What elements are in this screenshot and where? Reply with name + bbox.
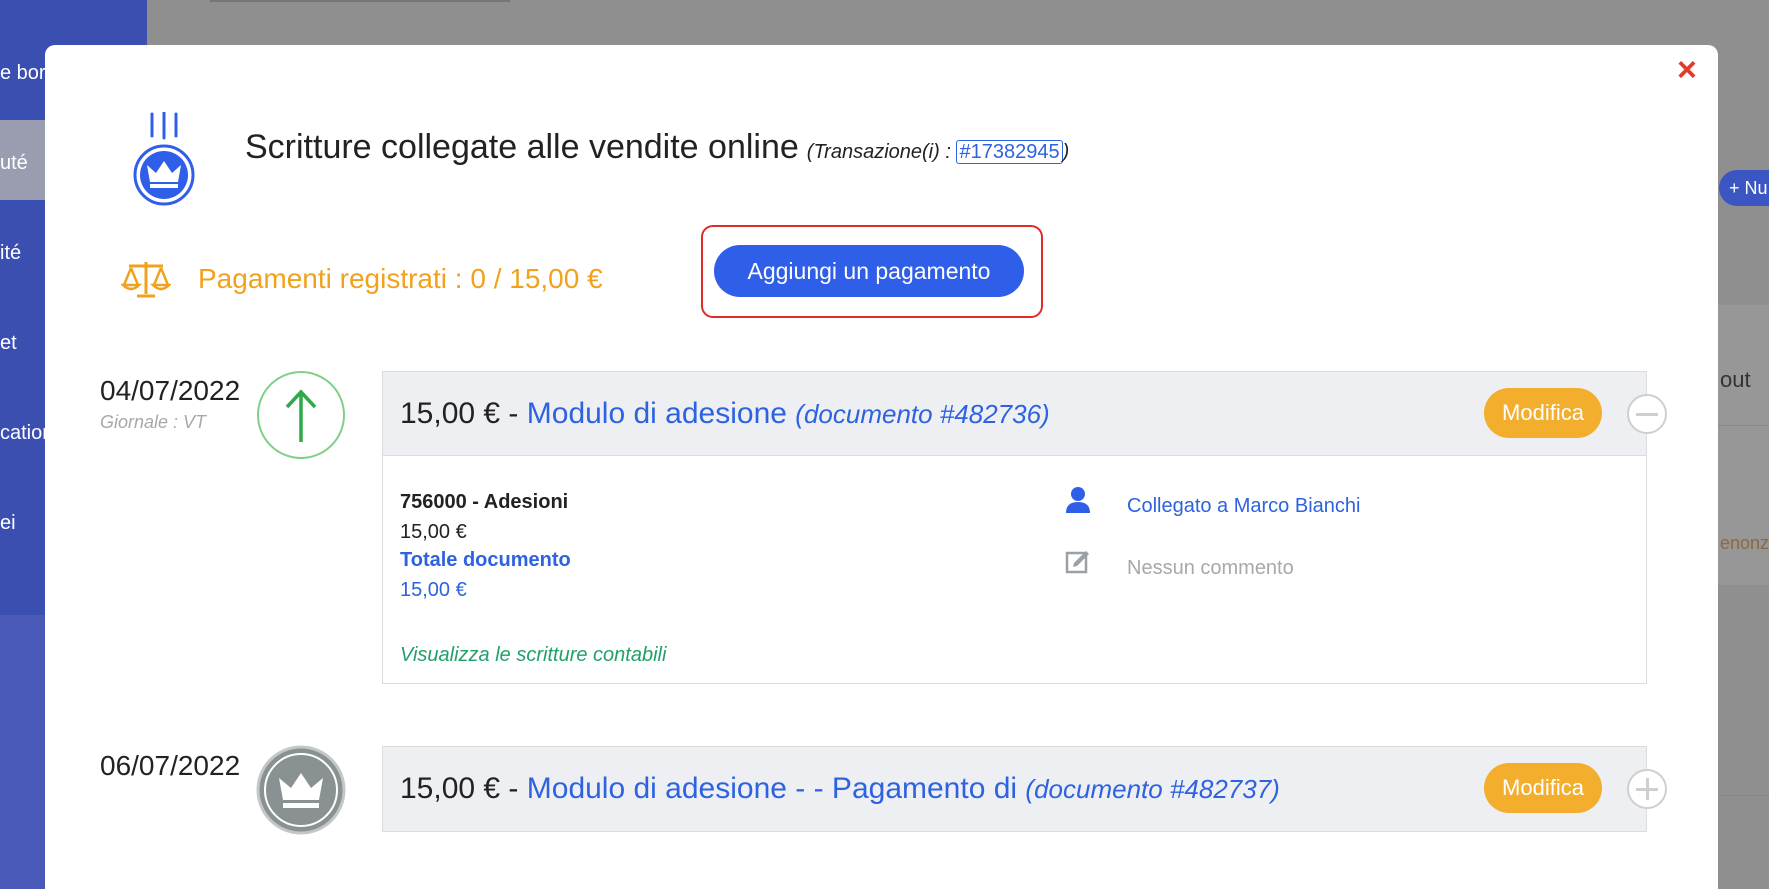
entry-document-link[interactable]: Modulo di adesione	[527, 397, 787, 430]
entry-title: 15,00 € - Modulo di adesione - - Pagamen…	[400, 772, 1280, 806]
account-amount: 15,00 €	[400, 521, 467, 543]
entry-journal: Giornale : VT	[100, 412, 207, 432]
entry-header: 15,00 € - Modulo di adesione - - Pagamen…	[383, 747, 1667, 831]
linked-entries-modal: × Scritture collegate alle vendite onlin…	[45, 45, 1718, 889]
plus-icon-vertical	[1646, 778, 1649, 800]
document-total-label: Totale documento	[400, 549, 571, 571]
user-icon	[1066, 487, 1090, 513]
background-new-button: + Nu	[1719, 170, 1769, 206]
entry-amount: 15,00 € -	[400, 772, 527, 805]
document-total-value: 15,00 €	[400, 579, 467, 601]
background-sidebar-item: e bor	[0, 62, 46, 84]
crown-icon	[256, 745, 346, 835]
background-text: out	[1720, 367, 1751, 392]
background-sidebar-item: ei	[0, 512, 16, 534]
background-sidebar-item: uté	[0, 152, 28, 174]
entry-date: 04/07/2022	[100, 375, 241, 406]
entry-document-ref: (documento #482736)	[795, 399, 1050, 429]
background-sidebar-item: et	[0, 332, 17, 354]
entry-document-link[interactable]: Modulo di adesione - - Pagamento di	[527, 772, 1017, 805]
collapse-toggle[interactable]	[1627, 394, 1667, 434]
edit-button[interactable]: Modifica	[1484, 388, 1602, 438]
comment-text: Nessun commento	[1127, 557, 1294, 579]
modal-title-text: Scritture collegate alle vendite online	[245, 128, 799, 166]
entry-header: 15,00 € - Modulo di adesione (documento …	[383, 372, 1667, 456]
background-text: enonz	[1720, 533, 1769, 553]
incoming-arrow-icon	[257, 371, 345, 459]
entry-details: 756000 - Adesioni 15,00 € Totale documen…	[383, 456, 1646, 683]
background-sidebar-item: ité	[0, 242, 22, 264]
view-accounting-entries-link[interactable]: Visualizza le scritture contabili	[400, 644, 666, 667]
account-name: 756000 - Adesioni	[400, 491, 569, 513]
transaction-link[interactable]: #17382945	[956, 140, 1063, 164]
edit-comment-icon	[1065, 551, 1089, 574]
entry-card: 15,00 € - Modulo di adesione - - Pagamen…	[382, 746, 1667, 832]
background-divider	[1718, 425, 1769, 426]
entry-amount: 15,00 € -	[400, 397, 527, 430]
entry-card: 15,00 € - Modulo di adesione (documento …	[382, 371, 1667, 684]
linked-contact-link[interactable]: Collegato a Marco Bianchi	[1127, 495, 1360, 518]
background-sidebar-item: catior	[0, 422, 49, 444]
expand-toggle[interactable]	[1627, 769, 1667, 809]
background-divider	[1718, 795, 1769, 796]
transaction-prefix: (Transazione(i) :	[806, 141, 951, 163]
entry-document-ref: (documento #482737)	[1025, 774, 1280, 804]
add-payment-button[interactable]: Aggiungi un pagamento	[714, 245, 1024, 297]
transaction-info: (Transazione(i) : #17382945)	[806, 140, 1070, 164]
entry-date: 06/07/2022	[100, 750, 241, 781]
transaction-suffix: )	[1062, 141, 1070, 163]
modal-title: Scritture collegate alle vendite online (…	[245, 128, 1069, 167]
payment-medal-icon	[133, 112, 195, 206]
entry-title: 15,00 € - Modulo di adesione (documento …	[400, 397, 1050, 431]
close-icon[interactable]: ×	[1677, 53, 1697, 87]
background-topbar	[210, 0, 510, 2]
minus-icon	[1636, 413, 1658, 416]
payments-registered-status: Pagamenti registrati : 0 / 15,00 €	[198, 263, 603, 294]
edit-button[interactable]: Modifica	[1484, 763, 1602, 813]
balance-scale-icon	[121, 262, 171, 298]
